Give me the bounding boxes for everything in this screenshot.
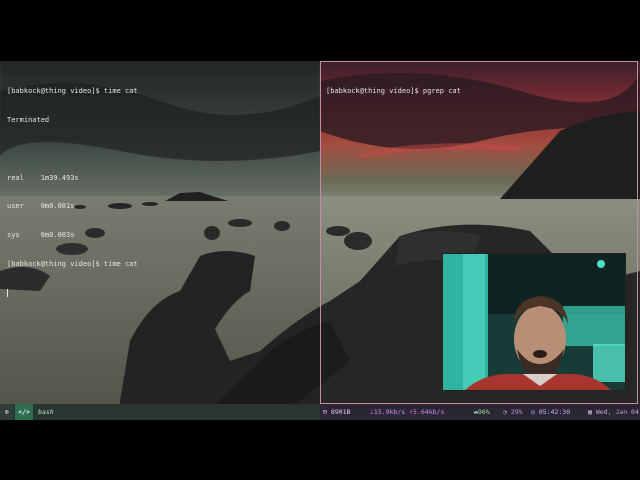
- date-display: ▦ Wed, Jan 04: [588, 408, 639, 416]
- status-bar: ⊕ </> bash ⊟ 8901B ⇣15.9kb/s ⇡5.64kb/s ▬…: [0, 404, 640, 420]
- terminal-cursor-line: [7, 288, 138, 299]
- workspace-indicator[interactable]: ⊕: [0, 404, 14, 420]
- terminal-line: [babkock@thing video]$ time cat: [7, 259, 138, 268]
- terminal-line: [babkock@thing video]$ time cat: [7, 87, 138, 96]
- terminal-line: real 1m39.493s: [7, 173, 79, 182]
- cpu-indicator: ◔ 29%: [503, 408, 523, 416]
- terminal-app-icon[interactable]: </>: [15, 404, 33, 420]
- webcam-overlay: [442, 253, 626, 391]
- terminal-output-left: [babkock@thing video]$ time cat Terminat…: [7, 68, 138, 317]
- window-title: bash: [38, 408, 54, 416]
- terminal-line: user 0m0.001s: [7, 202, 75, 211]
- clock: ◷ 05:42:30: [531, 408, 571, 416]
- memory-indicator: ⊟ 8901B: [323, 408, 351, 416]
- desktop-screen: [babkock@thing video]$ time cat Terminat…: [0, 61, 640, 420]
- terminal-pane-left[interactable]: [babkock@thing video]$ time cat Terminat…: [1, 61, 319, 404]
- terminal-line: Terminated: [7, 115, 50, 124]
- webcam-feed-image: [443, 254, 625, 390]
- terminal-line: sys 0m0.003s: [7, 231, 75, 240]
- text-cursor: [7, 288, 8, 297]
- battery-indicator: ▬96%: [474, 408, 490, 416]
- terminal-line: [babkock@thing video]$ pgrep cat: [326, 87, 461, 96]
- terminal-output-right: [babkock@thing video]$ pgrep cat: [326, 68, 461, 116]
- network-speed-indicator: ⇣15.9kb/s ⇡5.64kb/s: [370, 408, 445, 416]
